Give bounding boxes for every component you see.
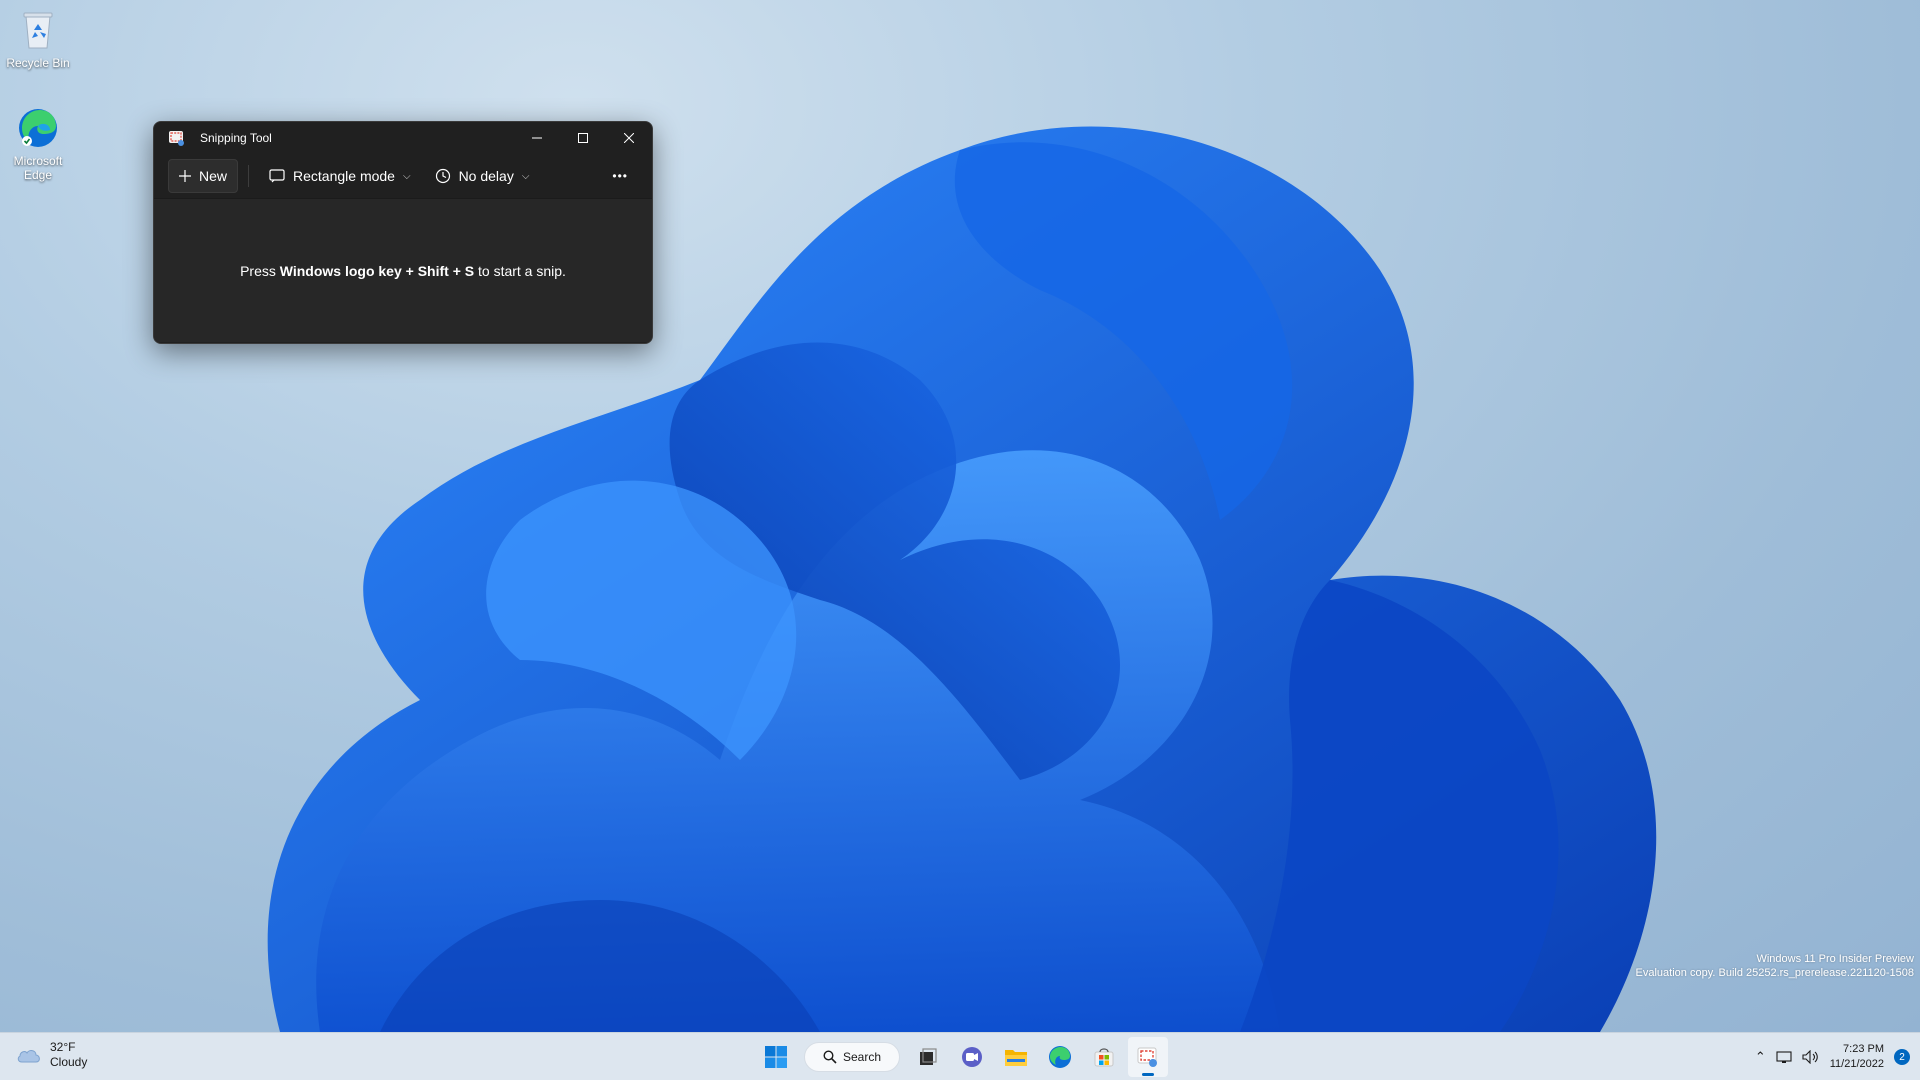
clock-date: 11/21/2022 [1829, 1058, 1884, 1070]
snipping-tool-icon [1137, 1047, 1157, 1067]
hint-suffix: to start a snip. [474, 262, 566, 279]
snipping-tool-window[interactable]: Snipping Tool New Rectangle mode ⌵ No de… [153, 121, 653, 344]
chat-icon [962, 1047, 982, 1067]
volume-icon[interactable] [1802, 1050, 1820, 1064]
snip-hint-text: Press Windows logo key + Shift + S to st… [240, 263, 566, 279]
cloud-icon [17, 1050, 40, 1063]
desktop: Recycle Bin Microsoft Edge Snipping Tool [0, 0, 1920, 1032]
plus-icon [179, 170, 191, 182]
delay-label: No delay [458, 168, 514, 184]
chevron-up-icon[interactable]: ⌃ [1755, 1049, 1766, 1065]
search-icon [823, 1050, 837, 1064]
window-titlebar[interactable]: Snipping Tool [154, 122, 652, 154]
network-icon[interactable] [1776, 1050, 1792, 1064]
watermark-line1: Windows 11 Pro Insider Preview [1756, 953, 1914, 965]
task-view-button[interactable] [908, 1037, 948, 1077]
new-snip-label: New [199, 168, 228, 184]
edge-icon [19, 109, 57, 147]
edge-taskbar-button[interactable] [1040, 1037, 1080, 1077]
start-icon [765, 1046, 787, 1068]
desktop-icon-label: Recycle Bin [6, 56, 70, 70]
more-icon: ••• [612, 169, 628, 183]
evaluation-watermark: Windows 11 Pro Insider Preview Evaluatio… [1636, 952, 1914, 980]
notification-badge[interactable]: 2 [1894, 1049, 1910, 1065]
chevron-down-icon: ⌵ [521, 170, 530, 182]
hint-keys: Windows logo key + Shift + S [279, 262, 475, 279]
snip-mode-dropdown[interactable]: Rectangle mode ⌵ [259, 159, 421, 193]
maximize-icon [578, 133, 588, 143]
desktop-icon-recycle-bin[interactable]: Recycle Bin [0, 8, 78, 70]
clock-icon [435, 168, 450, 184]
clock-time: 7:23 PM [1843, 1043, 1884, 1055]
chevron-down-icon: ⌵ [402, 170, 411, 182]
hint-prefix: Press [240, 262, 280, 279]
snipping-tool-taskbar-button[interactable] [1128, 1037, 1168, 1077]
delay-dropdown[interactable]: No delay ⌵ [425, 159, 540, 193]
taskbar-search[interactable]: Search [804, 1042, 900, 1072]
search-label: Search [843, 1050, 882, 1064]
close-button[interactable] [606, 122, 652, 154]
desktop-icon-edge[interactable]: Microsoft Edge [0, 106, 78, 182]
store-icon [1094, 1048, 1114, 1067]
edge-icon [1049, 1046, 1071, 1068]
chat-button[interactable] [952, 1037, 992, 1077]
task-view-icon [920, 1048, 937, 1065]
watermark-line2: Evaluation copy. Build 25252.rs_prerelea… [1635, 967, 1914, 979]
file-explorer-icon [1005, 1050, 1027, 1066]
snipping-toolbar: New Rectangle mode ⌵ No delay ⌵ ••• [154, 154, 652, 198]
taskbar: 32°F Cloudy Search ⌃ 7:23 PM 11/21/2022 … [0, 1032, 1920, 1080]
new-snip-button[interactable]: New [168, 159, 239, 193]
close-icon [624, 133, 634, 143]
taskbar-center: Search [756, 1037, 1168, 1077]
clock[interactable]: 7:23 PM 11/21/2022 [1830, 1042, 1884, 1072]
recycle-bin-icon [23, 12, 53, 49]
weather-temp: 32°F [50, 1040, 76, 1054]
snipping-tool-app-icon [169, 131, 184, 146]
toolbar-divider [248, 165, 250, 187]
file-explorer-button[interactable] [996, 1037, 1036, 1077]
minimize-button[interactable] [514, 122, 560, 154]
snip-hint-area: Press Windows logo key + Shift + S to st… [154, 198, 652, 342]
window-title: Snipping Tool [200, 131, 272, 145]
weather-condition: Cloudy [50, 1055, 88, 1069]
weather-widget[interactable]: 32°F Cloudy [16, 1040, 87, 1070]
more-options-button[interactable]: ••• [602, 159, 638, 193]
desktop-icon-label: Microsoft Edge [13, 154, 63, 182]
start-button[interactable] [756, 1037, 796, 1077]
store-button[interactable] [1084, 1037, 1124, 1077]
minimize-icon [532, 137, 542, 139]
maximize-button[interactable] [560, 122, 606, 154]
rectangle-mode-icon [269, 169, 285, 183]
system-tray: ⌃ 7:23 PM 11/21/2022 2 [1755, 1033, 1910, 1081]
snip-mode-label: Rectangle mode [293, 168, 395, 184]
